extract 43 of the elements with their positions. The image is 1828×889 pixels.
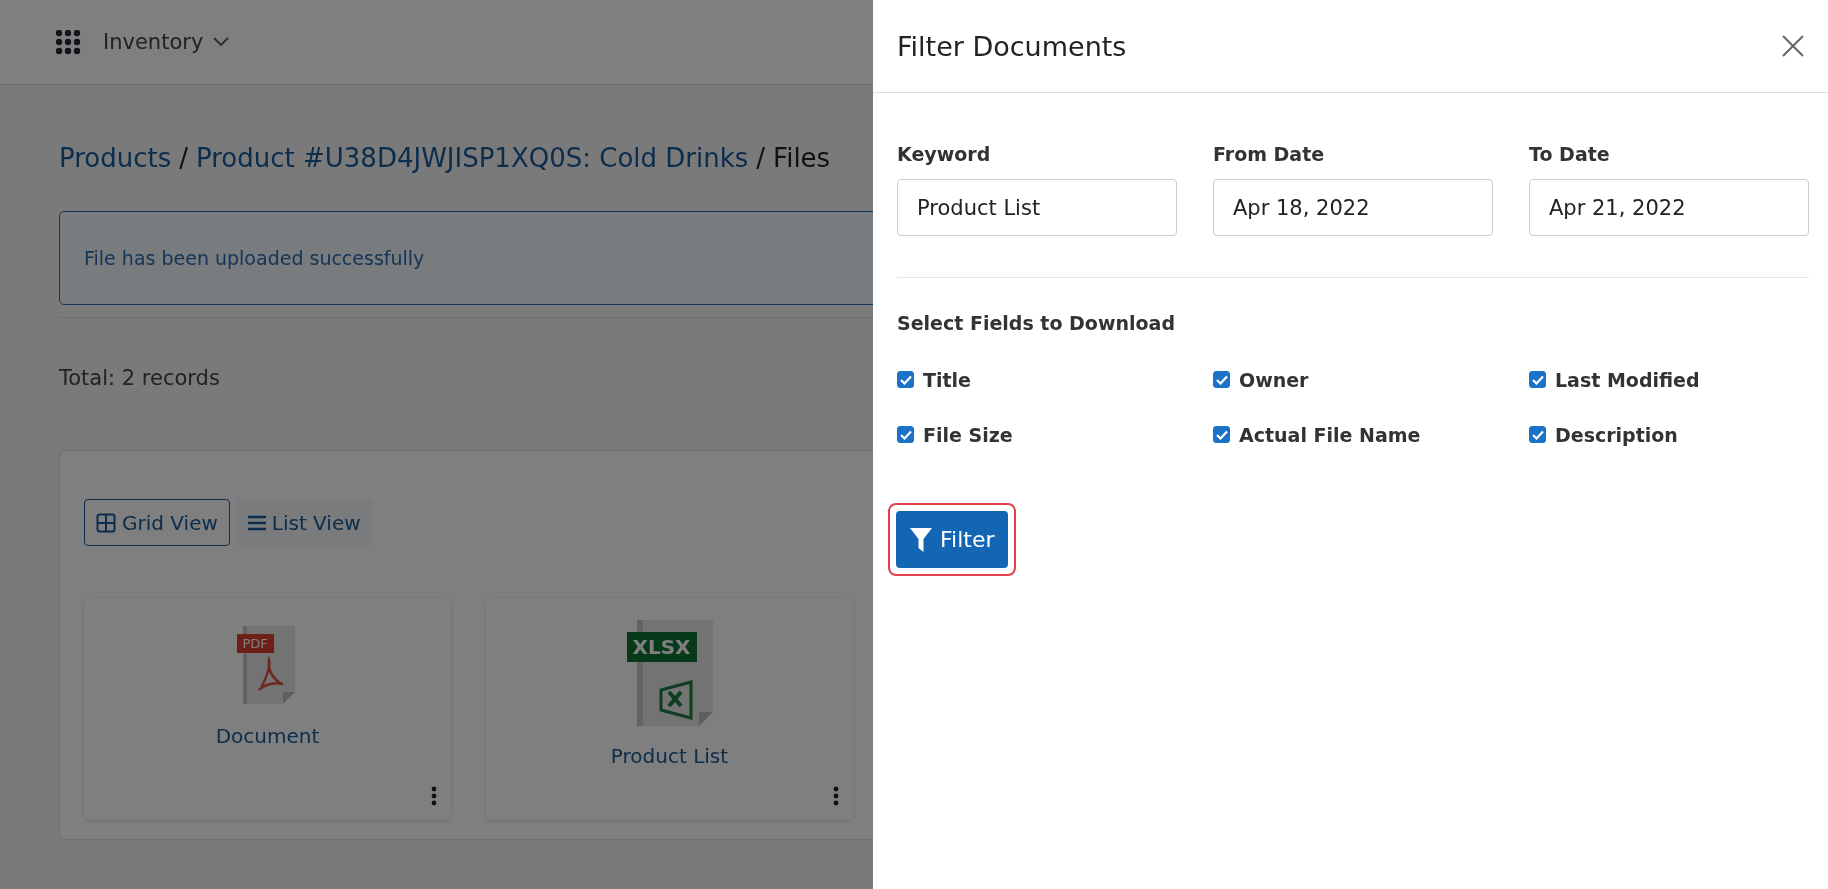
checkbox[interactable]	[1529, 371, 1546, 388]
view-toggle-button[interactable]: Grid View	[84, 499, 230, 546]
breadcrumb-separator: /	[179, 143, 189, 173]
field-label: Keyword	[897, 143, 992, 165]
records-total: Total: 2 records	[59, 366, 220, 390]
more-options-icon[interactable]	[431, 786, 437, 806]
breadcrumb-link[interactable]: Products	[59, 143, 172, 173]
more-options-icon[interactable]	[833, 786, 839, 806]
breadcrumb-separator: /	[756, 143, 766, 173]
funnel-icon	[910, 527, 932, 552]
drawer-title: Filter Documents	[897, 30, 1127, 62]
input-field[interactable]: Product List	[897, 179, 1177, 236]
field-label: From Date	[1213, 143, 1326, 165]
close-icon[interactable]	[1782, 35, 1804, 57]
checkbox-label: File Size	[923, 423, 1013, 446]
app-switcher[interactable]: Inventory	[103, 30, 230, 54]
view-toggle-button[interactable]: List View	[235, 499, 373, 546]
checkbox[interactable]	[897, 426, 914, 443]
file-card[interactable]: PDF Document	[84, 598, 451, 820]
section-title: Select Fields to Download	[897, 312, 1176, 334]
checkbox-label: Title	[923, 368, 971, 391]
chevron-down-icon	[213, 37, 230, 47]
checkbox[interactable]	[897, 371, 914, 388]
alert-text: File has been uploaded successfully	[84, 247, 425, 269]
input-field[interactable]: Apr 21, 2022	[1529, 179, 1809, 236]
checkbox-label: Last Modified	[1555, 368, 1700, 391]
file-name[interactable]: Document	[215, 724, 320, 748]
input-field[interactable]: Apr 18, 2022	[1213, 179, 1493, 236]
file-name[interactable]: Product List	[610, 744, 729, 768]
grid-icon	[96, 512, 116, 533]
breadcrumb-current: Files	[773, 143, 831, 173]
checkbox-label: Description	[1555, 423, 1678, 446]
file-card[interactable]: XLSX Product List	[486, 598, 853, 820]
apps-grid-icon[interactable]	[56, 29, 81, 55]
checkbox[interactable]	[1213, 426, 1230, 443]
checkbox[interactable]	[1213, 371, 1230, 388]
checkbox-label: Actual File Name	[1239, 423, 1421, 446]
checkbox-label: Owner	[1239, 368, 1309, 391]
list-icon	[247, 514, 266, 531]
checkbox[interactable]	[1529, 426, 1546, 443]
field-label: To Date	[1529, 143, 1611, 165]
breadcrumb-link[interactable]: Product #U38D4JWJISP1XQ0S: Cold Drinks	[196, 143, 749, 173]
filter-button[interactable]: Filter	[896, 511, 1009, 568]
